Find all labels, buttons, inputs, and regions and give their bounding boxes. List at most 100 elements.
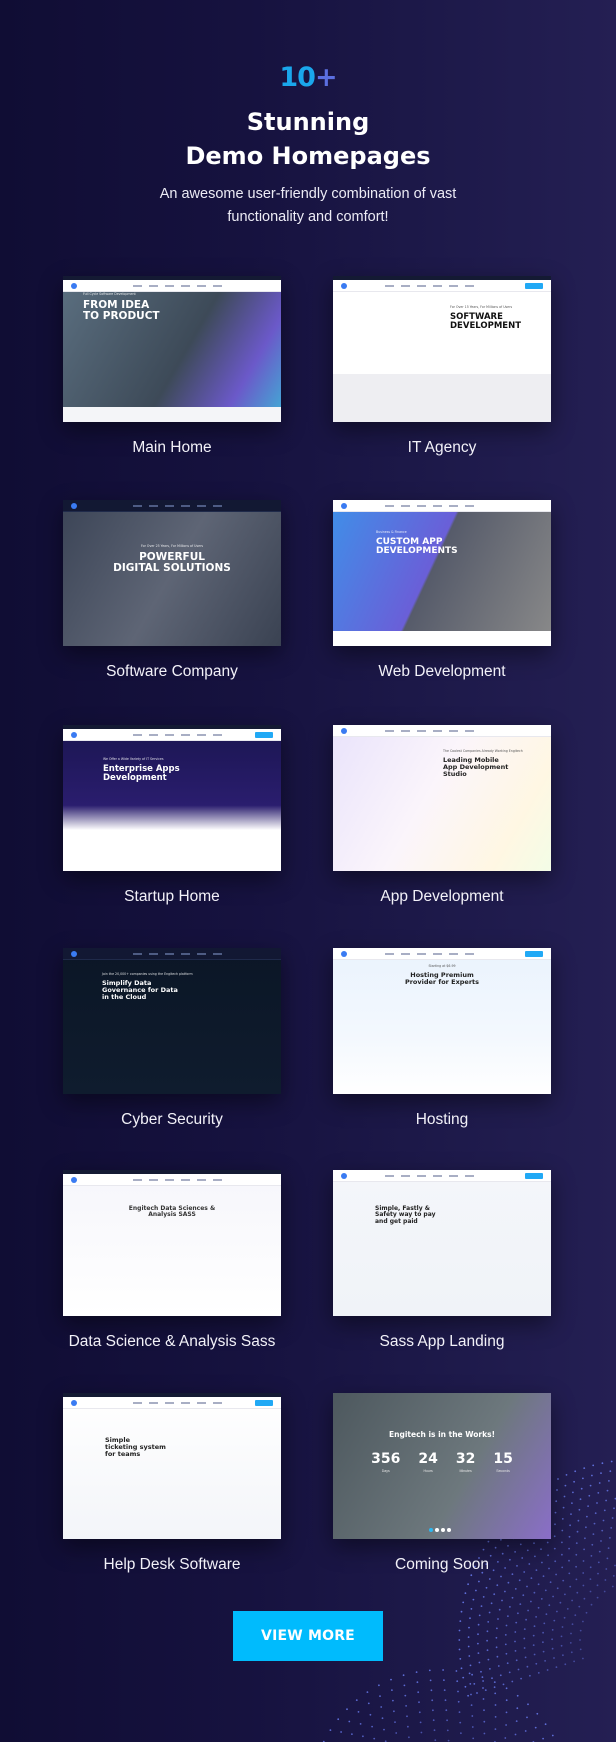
preview-headline: Simple ticketing system for teams (105, 1437, 166, 1457)
demo-card-app-development[interactable]: Leading Mobile App Development Studio The C… (333, 725, 551, 905)
decor-dot (579, 1498, 582, 1501)
decor-dot (514, 1650, 517, 1652)
preview-navbar (333, 725, 551, 737)
decor-dot (495, 1636, 498, 1639)
decor-dot (431, 1699, 434, 1702)
demo-thumbnail[interactable]: POWERFUL DIGITAL SOLUTIONS For Over 25 Yea… (63, 500, 281, 646)
decor-dot (487, 1621, 490, 1623)
demo-card-hosting[interactable]: Hosting Premium Provider for Experts Start… (333, 948, 551, 1128)
demo-card-sass-app-landing[interactable]: Simple, Fastly & Safety way to pay and get… (333, 1170, 551, 1350)
decor-dot (471, 1726, 474, 1728)
demo-thumbnail[interactable]: FROM IDEA TO PRODUCT Full Cycle Software D… (63, 276, 281, 422)
countdown-label: Hours (423, 1469, 433, 1473)
decor-dot (486, 1639, 488, 1642)
demo-card-help-desk-software[interactable]: Simple ticketing system for teams Help Desk… (63, 1393, 281, 1573)
decor-dot (511, 1596, 514, 1599)
demo-label[interactable]: Web Development (293, 663, 591, 681)
decor-dot (483, 1732, 486, 1735)
decor-dot (390, 1678, 392, 1681)
decor-dot (582, 1477, 584, 1480)
demo-label[interactable]: Hosting (293, 1111, 591, 1129)
demo-label[interactable]: IT Agency (293, 439, 591, 457)
decor-dot (483, 1720, 486, 1723)
demo-thumbnail[interactable]: Simple ticketing system for teams (63, 1393, 281, 1539)
decor-dot (605, 1568, 608, 1570)
demo-card-data-science-analysis-sass[interactable]: Engitech Data Sciences & Analysis SASS Dat… (63, 1170, 281, 1350)
decor-dot (486, 1649, 489, 1652)
decor-dot (475, 1589, 477, 1592)
decor-dot (551, 1629, 554, 1631)
decor-dot (562, 1654, 564, 1657)
demo-thumbnail[interactable]: SOFTWARE DEVELOPMENT For Over 15 Years, Fo… (333, 276, 551, 422)
decor-dot (554, 1523, 556, 1526)
decor-dot (523, 1647, 526, 1649)
demo-label[interactable]: Cyber Security (23, 1111, 321, 1129)
decor-dot (515, 1621, 518, 1624)
decor-dot (542, 1737, 544, 1740)
decor-dot (351, 1733, 353, 1735)
decor-dot (468, 1655, 471, 1657)
decor-dot (442, 1669, 444, 1671)
decor-dot (564, 1484, 567, 1487)
demo-thumbnail[interactable]: Engitech Data Sciences & Analysis SASS (63, 1170, 281, 1316)
decor-dot (482, 1698, 485, 1700)
demo-card-cyber-security[interactable]: Simplify Data Governance for Data in the C… (63, 948, 281, 1128)
countdown-label: Seconds (496, 1469, 510, 1473)
demo-label[interactable]: Help Desk Software (23, 1556, 321, 1574)
decor-dot (569, 1642, 572, 1644)
view-more-button[interactable]: VIEW MORE (233, 1611, 383, 1661)
demo-thumbnail[interactable]: Enterprise Apps Development We Offer a Wid… (63, 725, 281, 871)
decor-dot (469, 1617, 471, 1620)
demo-card-it-agency[interactable]: SOFTWARE DEVELOPMENT For Over 15 Years, Fo… (333, 276, 551, 456)
decor-dot (469, 1683, 472, 1685)
decor-dot (568, 1547, 570, 1550)
demo-card-software-company[interactable]: POWERFUL DIGITAL SOLUTIONS For Over 25 Yea… (63, 500, 281, 680)
demo-thumbnail[interactable]: Simplify Data Governance for Data in the C… (63, 948, 281, 1094)
demo-label[interactable]: Main Home (23, 439, 321, 457)
decor-dot (561, 1626, 564, 1628)
subtitle-line-2: functionality and comfort! (227, 209, 389, 225)
demo-card-coming-soon[interactable]: Engitech is in the Works! 356 Days 24 Hours 3… (333, 1393, 551, 1573)
demo-thumbnail[interactable]: Engitech is in the Works! 356 Days 24 Hours 3… (333, 1393, 551, 1539)
decor-dot (504, 1590, 506, 1593)
decor-dot (530, 1577, 533, 1579)
decor-dot (487, 1540, 490, 1543)
decor-dot (584, 1537, 586, 1540)
demo-label[interactable]: Data Science & Analysis Sass (23, 1333, 321, 1351)
decor-dot (556, 1489, 558, 1491)
decor-dot (381, 1717, 384, 1720)
decor-dot (611, 1585, 614, 1588)
decor-dot (407, 1725, 409, 1728)
decor-dot (429, 1679, 432, 1682)
demo-label[interactable]: Software Company (23, 663, 321, 681)
preview-headline: POWERFUL DIGITAL SOLUTIONS (63, 551, 281, 574)
demo-label[interactable]: App Development (293, 888, 591, 906)
decor-dot (560, 1635, 563, 1638)
decor-dot (537, 1672, 540, 1674)
demo-thumbnail[interactable]: Simple, Fastly & Safety way to pay and get… (333, 1170, 551, 1316)
demo-label[interactable]: Startup Home (23, 888, 321, 906)
demo-label[interactable]: Sass App Landing (293, 1333, 591, 1351)
demo-thumbnail[interactable]: Hosting Premium Provider for Experts Start… (333, 948, 551, 1094)
decor-dot (546, 1669, 549, 1671)
decor-dot (560, 1644, 563, 1647)
decor-dot (366, 1691, 369, 1693)
decor-dot (548, 1604, 551, 1607)
decor-dot (582, 1584, 585, 1587)
decor-dot (362, 1735, 364, 1738)
demo-label[interactable]: Coming Soon (293, 1556, 591, 1574)
demo-card-startup-home[interactable]: Enterprise Apps Development We Offer a Wid… (63, 725, 281, 905)
demo-card-main-home[interactable]: FROM IDEA TO PRODUCT Full Cycle Software D… (63, 276, 281, 456)
demo-thumbnail[interactable]: CUSTOM APP DEVELOPMENTS Business & Finance (333, 500, 551, 646)
preview-kicker: The Coolest Companies Already Working En… (443, 749, 523, 753)
demo-thumbnail[interactable]: Leading Mobile App Development Studio The C… (333, 725, 551, 871)
decor-dot (596, 1596, 599, 1599)
decor-dot (542, 1650, 545, 1653)
decor-dot (533, 1653, 536, 1656)
decor-dot (456, 1680, 459, 1683)
decor-dot (496, 1627, 498, 1630)
decor-dot (505, 1652, 508, 1655)
preview-headline-line: Provider for Experts (404, 977, 480, 986)
demo-card-web-development[interactable]: CUSTOM APP DEVELOPMENTS Business & Finance… (333, 500, 551, 680)
decor-dot (405, 1705, 407, 1707)
